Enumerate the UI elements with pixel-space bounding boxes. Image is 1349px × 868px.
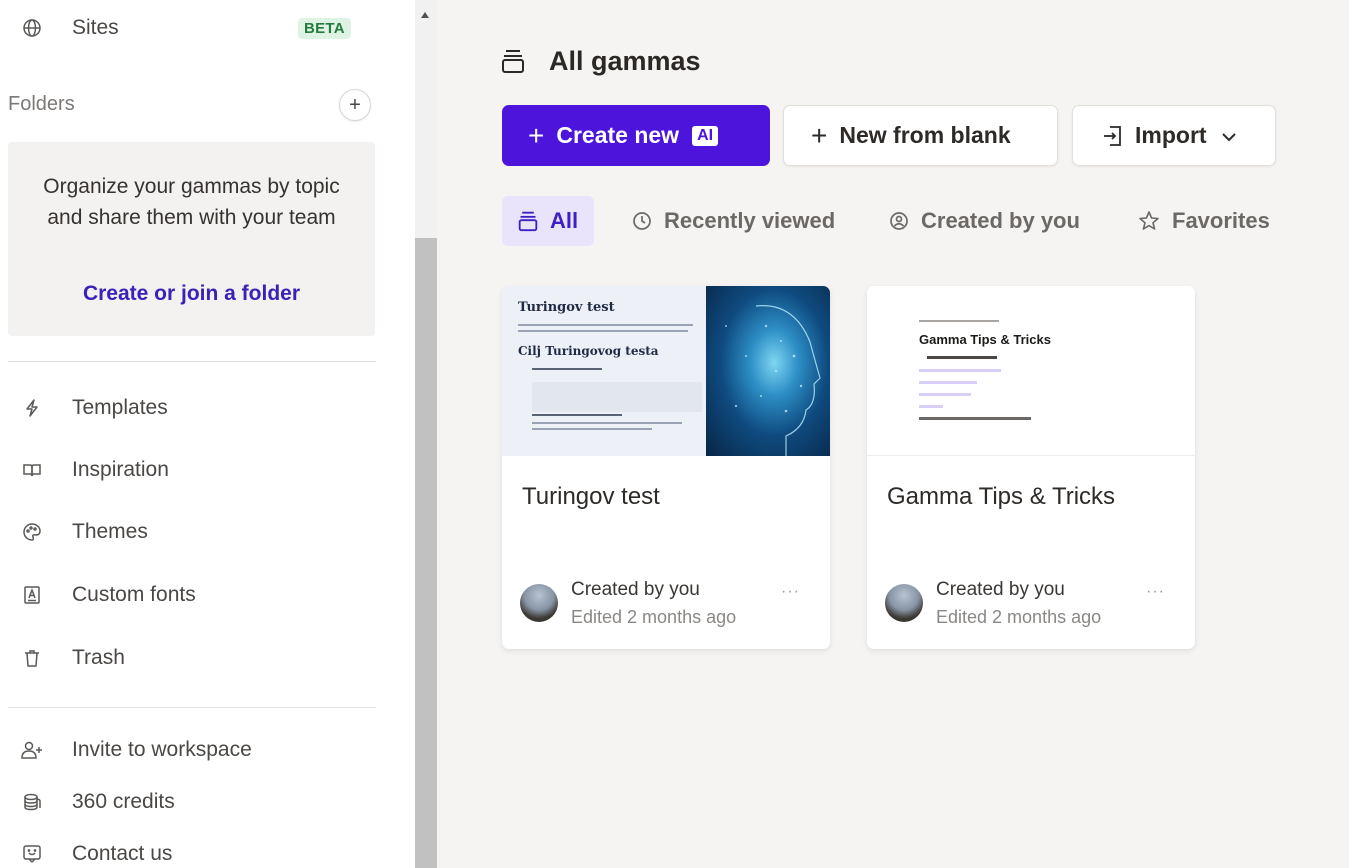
plus-icon: + [349,93,361,116]
lightning-icon [21,397,43,419]
card-creator: Created by you [571,579,700,600]
divider [8,707,376,708]
card-creator: Created by you [936,579,1065,600]
thumbnail-text-lines [518,324,698,332]
gamma-card[interactable]: Gamma Tips & Tricks Gamma Tips & Tricks … [867,286,1195,649]
user-circle-icon [889,211,909,231]
beta-badge: BETA [298,18,351,39]
font-icon [21,584,43,606]
avatar [520,584,558,622]
coins-icon [21,791,43,813]
globe-icon [21,17,43,39]
book-icon [21,459,43,481]
palette-icon [21,521,43,543]
sidebar-item-label: 360 credits [72,790,175,813]
tab-all[interactable]: All [502,196,595,246]
ai-head-image [706,286,830,456]
folders-empty-state: Organize your gammas by topic and share … [8,142,375,336]
create-new-button[interactable]: + Create new AI [502,105,770,166]
new-from-blank-button[interactable]: + New from blank [783,105,1058,166]
card-edited: Edited 2 months ago [936,607,1102,627]
thumbnail-list [518,368,702,430]
sidebar: Sites BETA Folders + Organize your gamma… [0,0,415,868]
chevron-down-icon [1221,122,1237,149]
sidebar-item-credits[interactable]: 360 credits [0,780,400,824]
thumbnail-heading: Turingov test [518,300,615,315]
card-thumbnail: Turingov test Cilj Turingovog testa [502,286,830,456]
thumbnail-subheading: Cilj Turingovog testa [518,344,659,358]
tab-label: Recently viewed [664,208,836,233]
sidebar-item-label: Templates [72,396,168,419]
tab-favorites[interactable]: Favorites [1138,196,1270,246]
page-title: All gammas [549,46,701,76]
sidebar-item-contact[interactable]: Contact us [0,832,400,868]
sidebar-item-label: Sites [72,16,119,39]
sidebar-item-invite[interactable]: Invite to workspace [0,728,400,772]
add-folder-button[interactable]: + [339,89,371,121]
sidebar-item-themes[interactable]: Themes [0,510,400,554]
create-new-label: Create new [556,122,680,148]
stack-icon [518,210,538,232]
card-thumbnail: Gamma Tips & Tricks [867,286,1195,456]
main-content: All gammas + Create new AI + New from bl… [437,0,1349,868]
ai-badge: AI [692,125,719,146]
create-folder-link[interactable]: Create or join a folder [8,282,375,306]
folders-heading: Folders [8,93,75,115]
tab-recently-viewed[interactable]: Recently viewed [632,196,835,246]
sidebar-item-label: Trash [72,646,125,669]
tab-created-by-you[interactable]: Created by you [889,196,1080,246]
scrollbar-thumb[interactable] [415,238,437,868]
scroll-up-arrow-icon[interactable] [421,12,429,18]
import-button[interactable]: Import [1072,105,1276,166]
sidebar-item-label: Inspiration [72,458,169,481]
thumbnail-list [919,356,1059,420]
tab-label: All [550,208,579,233]
sidebar-item-custom-fonts[interactable]: Custom fonts [0,573,400,617]
tab-label: Created by you [921,208,1080,233]
tab-label: Favorites [1172,208,1270,233]
more-options-icon[interactable]: ··· [1146,583,1165,601]
sidebar-item-trash[interactable]: Trash [0,636,400,680]
thumbnail-heading: Gamma Tips & Tricks [919,332,1051,347]
import-icon [1101,124,1125,148]
import-label: Import [1135,122,1207,148]
sidebar-item-label: Invite to workspace [72,738,252,761]
avatar [885,584,923,622]
stack-icon [501,48,525,74]
sidebar-scrollbar[interactable] [415,0,437,868]
sidebar-item-label: Themes [72,520,148,543]
star-icon [1138,210,1160,232]
user-plus-icon [21,739,43,761]
folders-empty-text: Organize your gammas by topic and share … [43,175,340,229]
thumbnail-breadcrumb-line [919,320,999,322]
trash-icon [21,647,43,669]
plus-icon: + [811,119,828,151]
sidebar-item-label: Custom fonts [72,583,196,606]
sidebar-item-templates[interactable]: Templates [0,386,400,430]
sidebar-item-inspiration[interactable]: Inspiration [0,448,400,492]
gamma-card[interactable]: Turingov test Cilj Turingovog testa Turi… [502,286,830,649]
clock-icon [632,211,652,231]
card-title: Gamma Tips & Tricks [887,483,1116,510]
sidebar-item-label: Contact us [72,842,173,865]
card-edited: Edited 2 months ago [571,607,737,627]
new-from-blank-label: New from blank [839,122,1011,148]
chat-icon [21,843,43,865]
card-title: Turingov test [522,483,660,510]
divider [8,361,376,362]
more-options-icon[interactable]: ··· [781,583,800,601]
plus-icon: + [528,119,545,151]
